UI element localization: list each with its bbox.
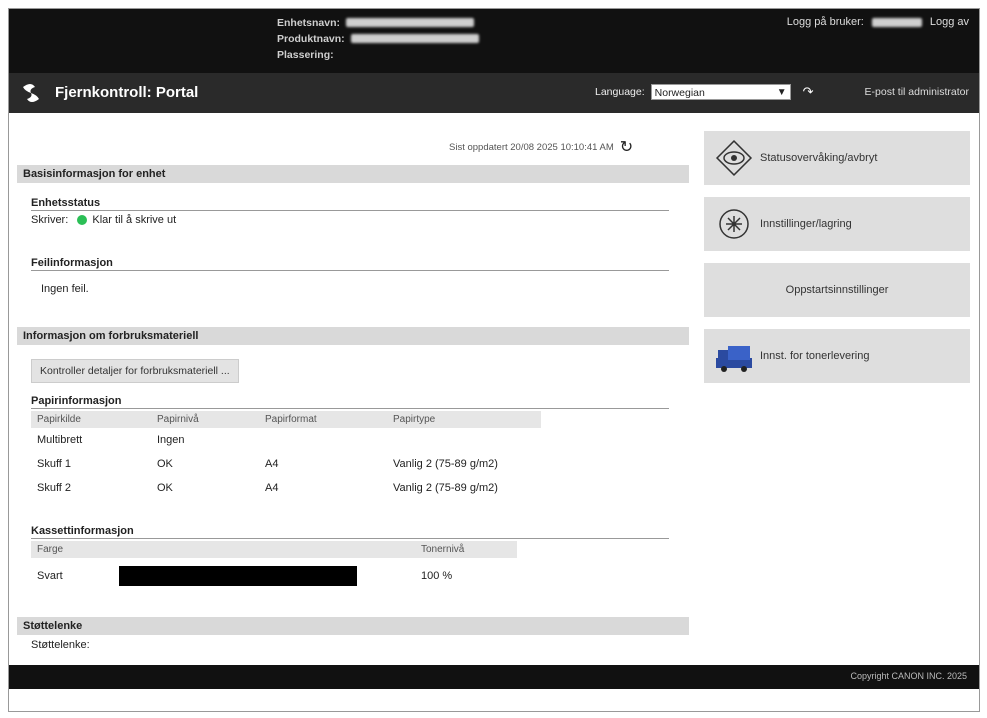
support-link-label: Støttelenke:: [31, 639, 90, 651]
paper-level: OK: [157, 482, 173, 494]
footer-bar: Copyright CANON INC. 2025: [9, 665, 979, 689]
table-row: Skuff 1 OK A4 Vanlig 2 (75-89 g/m2): [31, 452, 541, 476]
paper-level: Ingen: [157, 434, 185, 446]
device-name-label: Enhetsnavn:: [277, 17, 341, 29]
language-label: Language:: [595, 86, 645, 98]
paper-source: Multibrett: [37, 434, 83, 446]
eye-icon: [712, 136, 756, 180]
title-bar: Fjernkontroll: Portal Language: Norwegia…: [9, 73, 979, 113]
column-header: Papirformat: [259, 411, 387, 428]
sidebar-item-label: Oppstartsinnstillinger: [785, 284, 889, 296]
settings-icon: [712, 202, 756, 246]
status-ok-icon: [77, 215, 88, 226]
column-header: Papirnivå: [151, 411, 259, 428]
table-row: Skuff 2 OK A4 Vanlig 2 (75-89 g/m2): [31, 476, 541, 500]
cassette-table: Farge Tonernivå Svart 100 %: [31, 541, 517, 594]
last-updated-text: Sist oppdatert 20/08 2025 10:10:41 AM: [449, 141, 614, 153]
table-row: Multibrett Ingen: [31, 428, 541, 452]
refresh-icon[interactable]: ↻: [620, 137, 633, 157]
toner-level-bar: [119, 566, 357, 586]
paper-source: Skuff 1: [37, 458, 72, 470]
toner-bar-cell: [113, 558, 415, 594]
error-text: Ingen feil.: [41, 283, 89, 295]
truck-icon: [712, 334, 756, 378]
main-content: Sist oppdatert 20/08 2025 10:10:41 AM ↻ …: [9, 113, 979, 665]
language-select[interactable]: Norwegian ▼: [650, 84, 791, 100]
portal-logo-icon: [23, 84, 39, 102]
paper-source: Skuff 2: [37, 482, 72, 494]
top-bar: Enhetsnavn: Produktnavn: Plassering: Log…: [9, 9, 979, 73]
section-consumables: Informasjon om forbruksmateriell: [17, 327, 689, 345]
redacted-value: [350, 34, 479, 43]
column-header: Tonernivå: [415, 541, 517, 558]
copyright: Copyright CANON INC. 2025: [850, 671, 967, 681]
printer-status-row: Skriver: Klar til å skrive ut: [31, 214, 176, 226]
redacted-value: [346, 18, 475, 27]
language-value: Norwegian: [654, 87, 705, 99]
sidebar-item-label: Innst. for tonerlevering: [760, 350, 870, 362]
login-label: Logg på bruker:: [786, 16, 864, 28]
printer-label: Skriver:: [31, 214, 69, 226]
language-selector: Language: Norwegian ▼ ↷: [595, 84, 814, 100]
column-header: Farge: [31, 541, 113, 558]
sidebar-item-settings[interactable]: Innstillinger/lagring: [704, 197, 970, 251]
redacted-username: [871, 17, 922, 27]
column-header: Papirtype: [387, 411, 541, 428]
paper-type: Vanlig 2 (75-89 g/m2): [393, 458, 498, 470]
paper-type: [387, 428, 541, 452]
error-info-heading: Feilinformasjon: [31, 257, 669, 271]
toner-color: Svart: [37, 570, 63, 582]
sidebar-item-label: Statusovervåking/avbryt: [760, 152, 878, 164]
admin-email-link[interactable]: E-post til administrator: [865, 86, 969, 98]
product-name-label: Produktnavn:: [277, 33, 345, 45]
check-consumables-button[interactable]: Kontroller detaljer for forbruksmateriel…: [31, 359, 239, 383]
cassette-info-heading: Kassettinformasjon: [31, 525, 669, 539]
return-icon[interactable]: ↷: [803, 84, 814, 100]
section-support: Støttelenke: [17, 617, 689, 635]
paper-size: A4: [265, 458, 279, 470]
column-header: Papirkilde: [31, 411, 151, 428]
chevron-down-icon: ▼: [776, 87, 787, 98]
browser-page: Enhetsnavn: Produktnavn: Plassering: Log…: [8, 8, 980, 712]
paper-type: Vanlig 2 (75-89 g/m2): [393, 482, 498, 494]
location-label: Plassering:: [277, 49, 334, 61]
user-info: Logg på bruker: Logg av: [787, 16, 969, 28]
paper-size: A4: [265, 482, 279, 494]
app-title: Fjernkontroll: Portal: [55, 84, 199, 101]
sidebar-item-toner-delivery[interactable]: Innst. for tonerlevering: [704, 329, 970, 383]
paper-size: [259, 428, 387, 452]
printer-status: Klar til å skrive ut: [92, 214, 177, 226]
toner-level: 100 %: [421, 570, 453, 582]
section-basic-info: Basisinformasjon for enhet: [17, 165, 689, 183]
sidebar-item-label: Innstillinger/lagring: [760, 218, 852, 230]
paper-table: Papirkilde Papirnivå Papirformat Papirty…: [31, 411, 541, 500]
sidebar-item-status[interactable]: Statusovervåking/avbryt: [704, 131, 970, 185]
table-row: Svart 100 %: [31, 558, 517, 594]
paper-level: OK: [157, 458, 173, 470]
last-updated: Sist oppdatert 20/08 2025 10:10:41 AM ↻: [449, 137, 633, 157]
column-header-spacer: [113, 541, 415, 558]
device-info: Enhetsnavn: Produktnavn: Plassering:: [277, 15, 479, 63]
paper-info-heading: Papirinformasjon: [31, 395, 669, 409]
device-status-heading: Enhetsstatus: [31, 197, 669, 211]
logout-link[interactable]: Logg av: [930, 16, 969, 28]
sidebar-item-startup[interactable]: Oppstartsinnstillinger: [704, 263, 970, 317]
